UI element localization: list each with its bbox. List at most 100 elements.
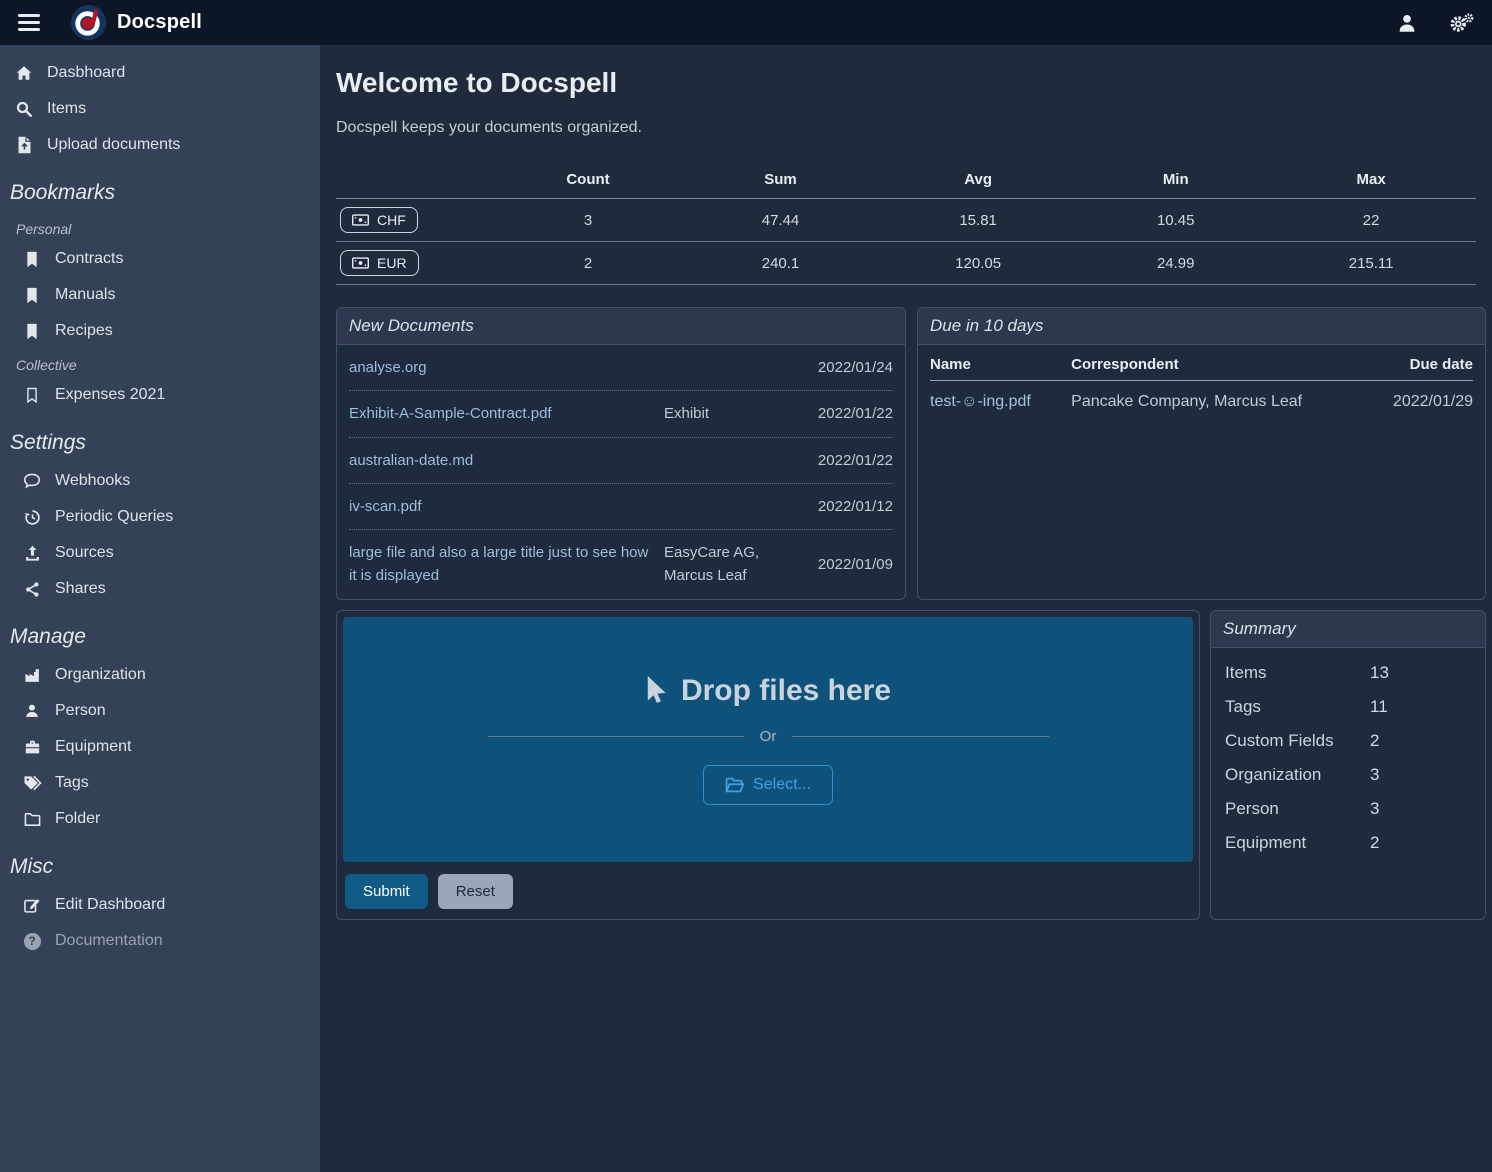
sidebar-item-items[interactable]: Items bbox=[0, 91, 320, 127]
sidebar-item-label: Edit Dashboard bbox=[55, 896, 165, 914]
sidebar-item-organization[interactable]: Organization bbox=[0, 657, 320, 693]
stats-col-avg: Avg bbox=[871, 165, 1085, 199]
or-label: Or bbox=[760, 728, 777, 745]
sidebar-item-label: Recipes bbox=[55, 322, 113, 340]
comment-icon bbox=[22, 473, 42, 489]
sidebar-item-manuals[interactable]: Manuals bbox=[0, 277, 320, 313]
docspell-logo-icon bbox=[70, 4, 107, 41]
home-icon bbox=[14, 64, 34, 82]
due-col-duedate: Due date bbox=[1354, 347, 1473, 381]
sidebar-section-settings: Settings bbox=[0, 413, 320, 463]
stat-value: 22 bbox=[1266, 199, 1476, 242]
sidebar-item-person[interactable]: Person bbox=[0, 693, 320, 729]
sidebar-item-sources[interactable]: Sources bbox=[0, 535, 320, 571]
due-col-name: Name bbox=[930, 347, 1071, 381]
due-col-correspondent: Correspondent bbox=[1071, 347, 1353, 381]
summary-label: Person bbox=[1225, 799, 1370, 819]
sidebar-item-upload-documents[interactable]: Upload documents bbox=[0, 127, 320, 163]
user-icon[interactable] bbox=[1396, 12, 1418, 34]
bookmark-icon bbox=[22, 287, 42, 304]
summary-value: 3 bbox=[1370, 765, 1379, 785]
sidebar-item-folder[interactable]: Folder bbox=[0, 801, 320, 837]
sidebar-item-label: Dasbhoard bbox=[47, 64, 125, 82]
sidebar-item-label: Equipment bbox=[55, 738, 132, 756]
person-icon bbox=[22, 703, 42, 719]
reset-button[interactable]: Reset bbox=[438, 874, 513, 909]
sidebar-item-periodic-queries[interactable]: Periodic Queries bbox=[0, 499, 320, 535]
folder-icon bbox=[22, 812, 42, 827]
currency-chf-button[interactable]: CHF bbox=[340, 207, 418, 233]
currency-eur-button[interactable]: EUR bbox=[340, 250, 419, 276]
stats-col-max: Max bbox=[1266, 165, 1476, 199]
list-item: australian-date.md 2022/01/22 bbox=[349, 438, 893, 484]
stat-value: 2 bbox=[486, 242, 690, 285]
sidebar-item-label: Webhooks bbox=[55, 472, 130, 490]
summary-value: 2 bbox=[1370, 833, 1379, 853]
tags-icon bbox=[22, 775, 42, 791]
topbar: Docspell bbox=[0, 0, 1492, 45]
sidebar-item-recipes[interactable]: Recipes bbox=[0, 313, 320, 349]
panel-title: Due in 10 days bbox=[918, 308, 1485, 345]
main-content: Welcome to Docspell Docspell keeps your … bbox=[320, 45, 1492, 1172]
sidebar-item-label: Expenses 2021 bbox=[55, 386, 165, 404]
currency-label: CHF bbox=[377, 212, 406, 228]
sidebar-item-dashboard[interactable]: Dasbhoard bbox=[0, 55, 320, 91]
summary-label: Custom Fields bbox=[1225, 731, 1370, 751]
sidebar-item-label: Manuals bbox=[55, 286, 115, 304]
sidebar-item-contracts[interactable]: Contracts bbox=[0, 241, 320, 277]
page-subtitle: Docspell keeps your documents organized. bbox=[336, 119, 1486, 137]
summary-label: Items bbox=[1225, 663, 1370, 683]
stat-value: 47.44 bbox=[690, 199, 871, 242]
due-table: Name Correspondent Due date test-☺-ing.p… bbox=[930, 347, 1473, 423]
stat-value: 15.81 bbox=[871, 199, 1085, 242]
app-title: Docspell bbox=[117, 11, 202, 34]
settings-gears-icon[interactable] bbox=[1448, 12, 1474, 34]
document-correspondent: Pancake Company, Marcus Leaf bbox=[1071, 381, 1353, 424]
summary-value: 11 bbox=[1370, 697, 1388, 717]
document-correspondent: Exhibit bbox=[664, 402, 793, 425]
table-row: test-☺-ing.pdf Pancake Company, Marcus L… bbox=[930, 381, 1473, 424]
select-files-button[interactable]: Select... bbox=[703, 765, 833, 805]
currency-label: EUR bbox=[377, 255, 407, 271]
document-date: 2022/01/12 bbox=[803, 498, 893, 515]
stats-col-sum: Sum bbox=[690, 165, 871, 199]
document-link[interactable]: Exhibit-A-Sample-Contract.pdf bbox=[349, 402, 654, 425]
dropzone[interactable]: Drop files here Or Select... bbox=[343, 617, 1193, 862]
sidebar-item-edit-dashboard[interactable]: Edit Dashboard bbox=[0, 887, 320, 923]
stat-value: 10.45 bbox=[1085, 199, 1266, 242]
sidebar-sub-collective: Collective bbox=[0, 349, 320, 377]
document-link[interactable]: large file and also a large title just t… bbox=[349, 541, 654, 588]
submit-button[interactable]: Submit bbox=[345, 874, 428, 909]
document-link[interactable]: test-☺-ing.pdf bbox=[930, 381, 1071, 424]
sidebar-item-webhooks[interactable]: Webhooks bbox=[0, 463, 320, 499]
sidebar-item-label: Documentation bbox=[55, 932, 163, 950]
sidebar-item-label: Items bbox=[47, 100, 86, 118]
sidebar-item-label: Person bbox=[55, 702, 106, 720]
sidebar-item-tags[interactable]: Tags bbox=[0, 765, 320, 801]
cursor-arrow-icon bbox=[645, 676, 669, 706]
panel-title: Summary bbox=[1211, 611, 1485, 648]
bookmark-outline-icon bbox=[22, 387, 42, 404]
upload-icon bbox=[22, 545, 42, 562]
sidebar-section-manage: Manage bbox=[0, 607, 320, 657]
folder-open-icon bbox=[725, 777, 744, 793]
document-link[interactable]: iv-scan.pdf bbox=[349, 495, 654, 518]
document-date: 2022/01/09 bbox=[803, 556, 893, 573]
sidebar-item-label: Tags bbox=[55, 774, 89, 792]
stat-value: 24.99 bbox=[1085, 242, 1266, 285]
sidebar-item-equipment[interactable]: Equipment bbox=[0, 729, 320, 765]
sidebar-item-documentation[interactable]: Documentation bbox=[0, 923, 320, 959]
sidebar-item-label: Periodic Queries bbox=[55, 508, 173, 526]
sidebar-item-expenses-2021[interactable]: Expenses 2021 bbox=[0, 377, 320, 413]
money-bill-icon bbox=[352, 214, 369, 226]
list-item: analyse.org 2022/01/24 bbox=[349, 345, 893, 391]
industry-icon bbox=[22, 667, 42, 684]
file-upload-icon bbox=[14, 136, 34, 154]
sidebar-item-shares[interactable]: Shares bbox=[0, 571, 320, 607]
menu-hamburger-icon[interactable] bbox=[18, 10, 42, 35]
document-link[interactable]: australian-date.md bbox=[349, 449, 654, 472]
document-link[interactable]: analyse.org bbox=[349, 356, 654, 379]
summary-label: Organization bbox=[1225, 765, 1370, 785]
upload-panel: Drop files here Or Select... bbox=[336, 610, 1200, 920]
stat-value: 3 bbox=[486, 199, 690, 242]
